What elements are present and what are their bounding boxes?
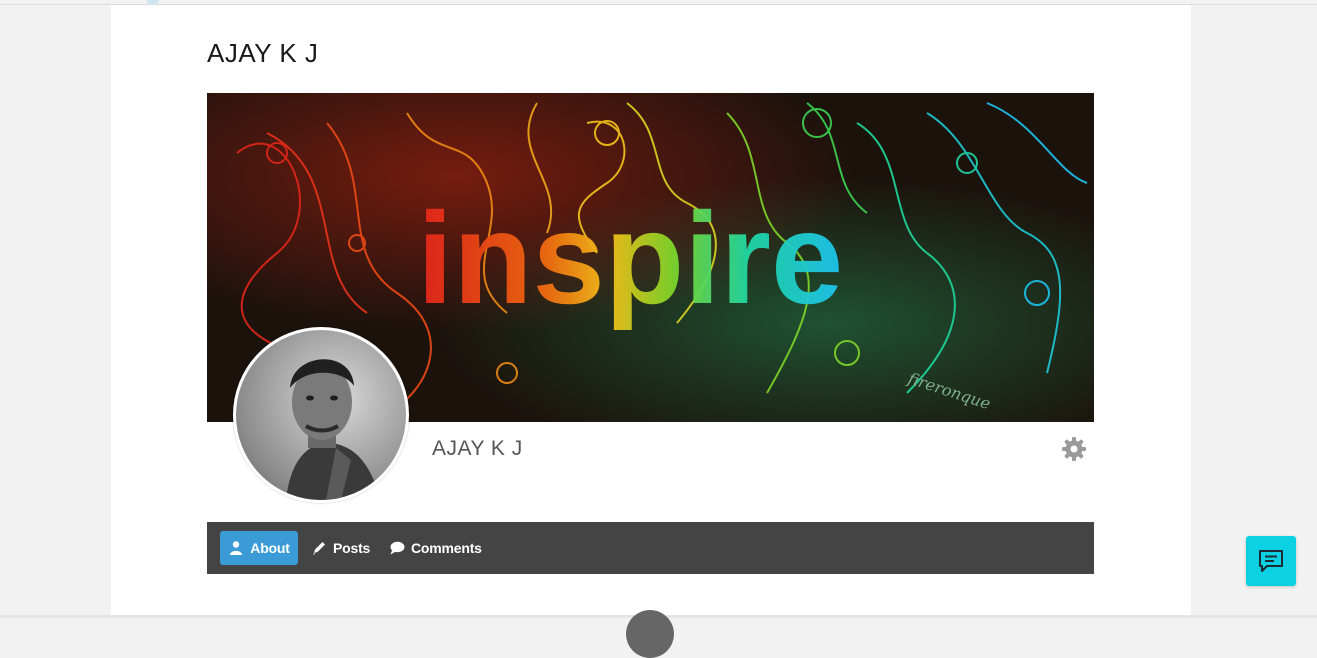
avatar-portrait [286, 359, 381, 500]
tab-posts-label: Posts [333, 540, 371, 556]
tab-comments[interactable]: Comments [389, 531, 482, 565]
chat-icon [1259, 550, 1283, 572]
gear-icon[interactable] [1061, 436, 1087, 462]
avatar[interactable] [233, 327, 409, 503]
loading-spinner [626, 610, 674, 658]
cover-signature: fireronque [905, 368, 993, 413]
chat-button[interactable] [1246, 536, 1296, 586]
tab-about[interactable]: About [220, 531, 298, 565]
tab-comments-label: Comments [411, 540, 482, 556]
user-icon [228, 540, 244, 556]
comment-icon [389, 540, 405, 556]
tab-about-label: About [250, 540, 290, 556]
tab-posts[interactable]: Posts [311, 531, 370, 565]
profile-display-name: AJAY K J [432, 437, 523, 460]
page-title: AJAY K J [207, 38, 319, 68]
cover-inspire-text: inspire [417, 185, 843, 331]
profile-tab-bar: About Posts Comments [207, 522, 1094, 574]
pencil-icon [311, 540, 327, 556]
